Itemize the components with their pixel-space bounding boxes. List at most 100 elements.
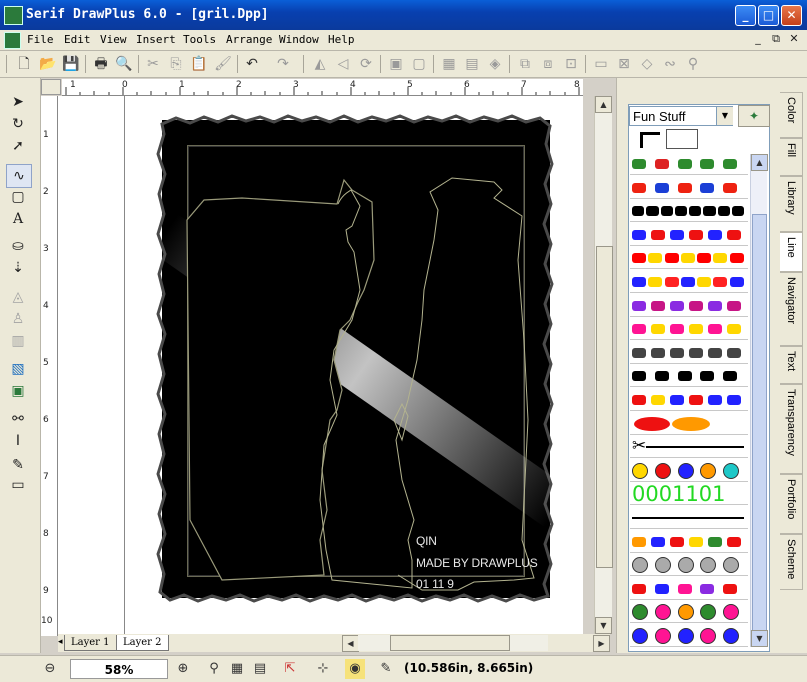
rotate-icon[interactable]: ⟳: [356, 54, 376, 74]
curve-icon[interactable]: ∿: [6, 164, 32, 188]
gallery-swatch-flowers[interactable]: [630, 531, 748, 553]
shadow-tool-icon[interactable]: ♙: [6, 308, 30, 330]
transparency-tool-icon[interactable]: ⇣: [6, 257, 30, 279]
eye-icon[interactable]: ◉: [345, 659, 365, 679]
rotate-tool-icon[interactable]: ↻: [6, 113, 30, 135]
gallery-swatch-splat-mix[interactable]: [630, 224, 748, 246]
menu-edit[interactable]: Edit: [64, 33, 91, 46]
gallery-swatch-arrows[interactable]: [630, 342, 748, 364]
gallery-swatch-scissors[interactable]: ✂: [630, 437, 748, 459]
gallery-scroll-thumb[interactable]: [752, 214, 767, 636]
hint-icon[interactable]: ⇱: [280, 659, 300, 679]
fit-page-icon[interactable]: ▦: [227, 659, 247, 679]
vertical-ruler[interactable]: 1 2 3 4 5 6 7 8 9 10: [41, 96, 58, 636]
gallery-swatch-spirals[interactable]: [630, 602, 748, 624]
combine-icon[interactable]: ◈: [485, 54, 505, 74]
gallery-swatch-puzzle[interactable]: [630, 390, 748, 411]
copy-icon[interactable]: ⎘: [166, 54, 186, 74]
artwork-image[interactable]: QIN MADE BY DRAWPLUS 01 11 9: [156, 114, 554, 603]
crop-tool-icon[interactable]: ▭: [6, 474, 30, 496]
paste-icon[interactable]: 📋: [189, 54, 209, 74]
gallery-swatch-dice[interactable]: [630, 578, 748, 600]
tab-fill[interactable]: Fill: [780, 138, 803, 176]
menu-view[interactable]: View: [100, 33, 127, 46]
open-icon[interactable]: 📂: [38, 54, 58, 74]
doc-minimize-button[interactable]: _: [751, 32, 765, 46]
print-preview-icon[interactable]: 🔍: [114, 54, 134, 74]
zoom-level[interactable]: 58%: [70, 659, 168, 679]
ruler-origin[interactable]: [41, 79, 61, 95]
gallery-swatch-purple-splats[interactable]: [630, 295, 748, 317]
line-style-icon[interactable]: [640, 132, 660, 148]
fill-tool-icon[interactable]: ⛀: [6, 235, 30, 257]
tab-navigator[interactable]: Navigator: [780, 272, 803, 346]
tab-color[interactable]: Color: [780, 92, 803, 138]
maximize-button[interactable]: □: [758, 5, 779, 26]
menu-arrange[interactable]: Arrange: [226, 33, 272, 46]
gallery-scroll-down-button[interactable]: ▼: [751, 630, 768, 647]
scroll-left-button[interactable]: ◀: [342, 635, 359, 652]
gallery-swatch-barbed-wire[interactable]: [630, 508, 748, 529]
minimize-button[interactable]: _: [735, 5, 756, 26]
transform-icon[interactable]: ⊹: [313, 659, 333, 679]
new-icon[interactable]: 🗋: [14, 54, 34, 74]
connector-style-icon[interactable]: [666, 129, 698, 149]
envelope-icon[interactable]: ⊠: [614, 54, 634, 74]
redo-icon[interactable]: ↷: [273, 54, 293, 74]
tab-text[interactable]: Text: [780, 346, 803, 384]
chevron-down-icon[interactable]: ▼: [716, 107, 733, 125]
envelope-tool-icon[interactable]: ◬: [6, 286, 30, 308]
color-icon[interactable]: ✎: [376, 659, 396, 679]
scroll-up-button[interactable]: ▲: [595, 96, 612, 113]
pointer-icon[interactable]: ➤: [6, 91, 30, 113]
perspective-icon[interactable]: ▥: [6, 330, 30, 352]
scroll-thumb[interactable]: [596, 246, 613, 568]
menu-help[interactable]: Help: [328, 33, 355, 46]
menu-file[interactable]: File: [27, 33, 54, 46]
cut-icon[interactable]: ✂: [143, 54, 163, 74]
wand-icon[interactable]: ✦: [738, 105, 770, 127]
doc-restore-button[interactable]: ⧉: [769, 32, 783, 46]
gallery-swatch-hooks[interactable]: [630, 201, 748, 223]
dimension-icon[interactable]: I: [6, 430, 30, 452]
gallery-swatch-black-splats[interactable]: [630, 366, 748, 388]
tab-transparency[interactable]: Transparency: [780, 384, 803, 474]
doc-close-button[interactable]: ✕: [787, 32, 801, 46]
gallery-swatch-digits[interactable]: 0001101: [630, 484, 748, 506]
tab-layer-1[interactable]: Layer 1: [64, 635, 117, 651]
frame-icon[interactable]: ▣: [6, 380, 30, 402]
format-painter-icon[interactable]: 🖌: [213, 54, 233, 74]
save-icon[interactable]: 💾: [61, 54, 81, 74]
close-button[interactable]: ✕: [781, 5, 802, 26]
gallery-swatch-gem-mix[interactable]: [630, 272, 748, 293]
text-icon[interactable]: A: [6, 208, 30, 230]
menu-insert[interactable]: Insert: [136, 33, 176, 46]
tab-scroll-left[interactable]: ◂: [58, 637, 63, 647]
undo-icon[interactable]: ↶: [242, 54, 262, 74]
flip-h-icon[interactable]: ◭: [310, 54, 330, 74]
actual-size-icon[interactable]: ▤: [250, 659, 270, 679]
gallery-swatch-birds[interactable]: [630, 154, 748, 175]
gallery-swatch-silver-discs[interactable]: [630, 555, 748, 577]
tab-line[interactable]: Line: [780, 232, 803, 272]
menu-window[interactable]: Window: [279, 33, 319, 46]
horizontal-ruler[interactable]: 1 0 1 2 3 4 5 6 7 8: [62, 79, 583, 96]
zoom-tool-icon[interactable]: ⚲: [204, 659, 224, 679]
hscroll-thumb[interactable]: [390, 635, 510, 651]
blend-icon[interactable]: ◇: [637, 54, 657, 74]
gallery-scroll-up-button[interactable]: ▲: [751, 154, 768, 171]
intersect-icon[interactable]: ⊡: [561, 54, 581, 74]
zoom-out-icon[interactable]: ⊖: [40, 659, 60, 679]
send-back-icon[interactable]: ▢: [409, 54, 429, 74]
document-icon[interactable]: [4, 32, 21, 49]
bring-front-icon[interactable]: ▣: [386, 54, 406, 74]
shape-icon[interactable]: ▢: [6, 186, 30, 208]
tab-library[interactable]: Library: [780, 176, 803, 232]
gallery-scrollbar[interactable]: ▲ ▼: [750, 154, 768, 647]
add-shapes-icon[interactable]: ⧉: [515, 54, 535, 74]
gallery-swatch-pink-bursts[interactable]: [630, 319, 748, 341]
vertical-scrollbar[interactable]: ▲ ▼: [594, 96, 613, 634]
scroll-right-button[interactable]: ▶: [593, 635, 610, 652]
crop-icon[interactable]: ▭: [591, 54, 611, 74]
gallery-swatch-red-yellow-flags[interactable]: [630, 248, 748, 270]
